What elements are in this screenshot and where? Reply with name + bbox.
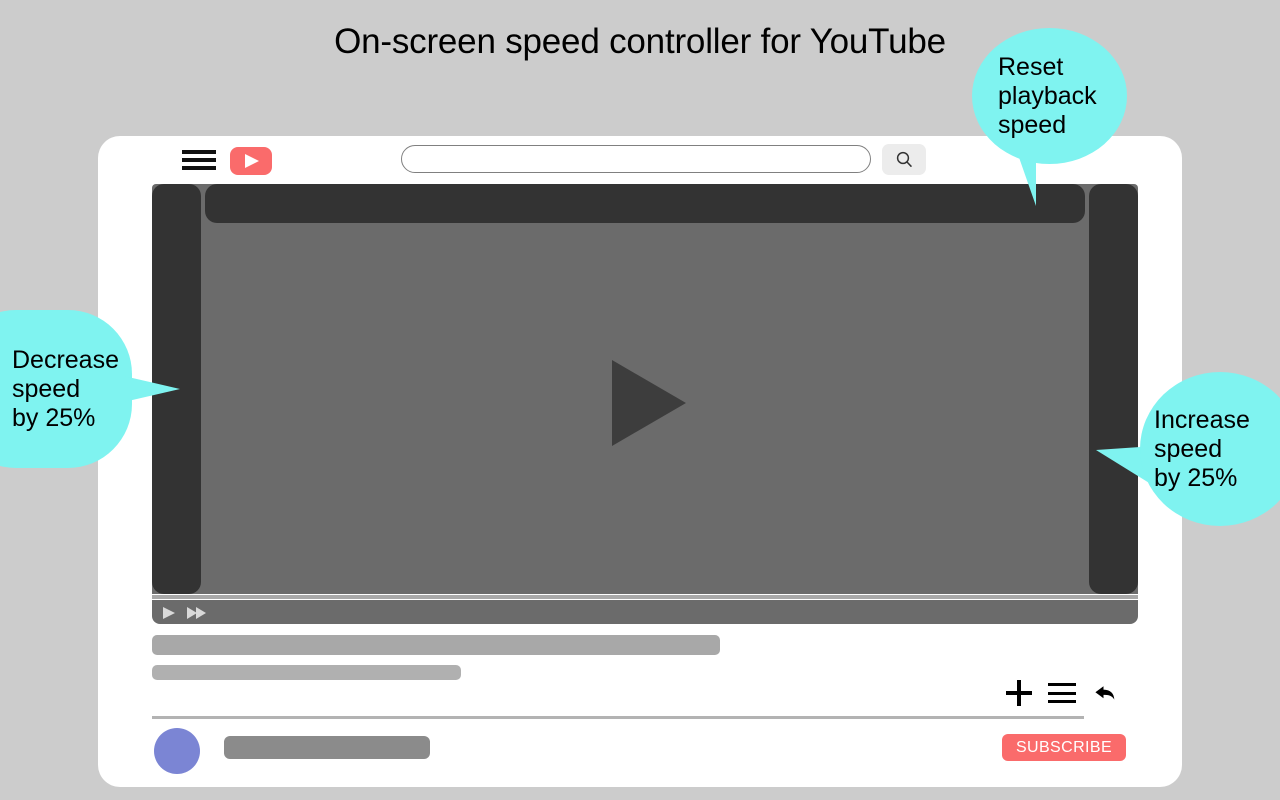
video-subtitle-placeholder [152,665,461,680]
hamburger-menu-icon[interactable] [182,148,216,172]
list-bar [1048,700,1076,703]
increase-speed-control[interactable] [1089,184,1138,594]
reset-speed-control[interactable] [205,184,1085,223]
video-surface[interactable] [152,184,1138,594]
youtube-app-card: SUBSCRIBE [98,136,1182,787]
play-icon[interactable] [163,607,175,619]
callout-tail [124,376,180,402]
player-controls-bar [152,600,1138,624]
hamburger-bar [182,166,216,170]
search-input[interactable] [401,145,871,173]
list-bar [1048,683,1076,686]
video-actions [998,676,1128,708]
subscribe-button[interactable]: SUBSCRIBE [1002,734,1126,761]
hamburger-bar [182,158,216,162]
channel-name-placeholder [224,736,430,759]
fast-forward-icon[interactable] [187,607,209,619]
callout-bubble: Reset playback speed [972,28,1127,164]
callout-bubble: Decrease speed by 25% [0,310,132,468]
list-bar [1048,691,1076,695]
progress-bar[interactable] [152,595,1138,599]
callout-text: Increase speed by 25% [1154,405,1250,492]
ff-triangle [196,607,206,619]
section-divider [152,716,1084,719]
video-title-placeholder [152,635,720,655]
share-arrow-icon[interactable] [1092,680,1118,706]
hamburger-bar [182,150,216,154]
search-button[interactable] [882,144,926,175]
search-icon [896,151,912,167]
callout-text: Decrease speed by 25% [12,345,119,432]
video-player [152,184,1138,624]
share-arrow-glyph [1095,686,1115,700]
callout-text: Reset playback speed [998,52,1097,139]
play-icon[interactable] [612,360,686,446]
list-icon[interactable] [1048,683,1076,703]
avatar[interactable] [154,728,200,774]
youtube-logo-icon[interactable] [230,147,272,175]
plus-icon[interactable] [1006,680,1032,706]
